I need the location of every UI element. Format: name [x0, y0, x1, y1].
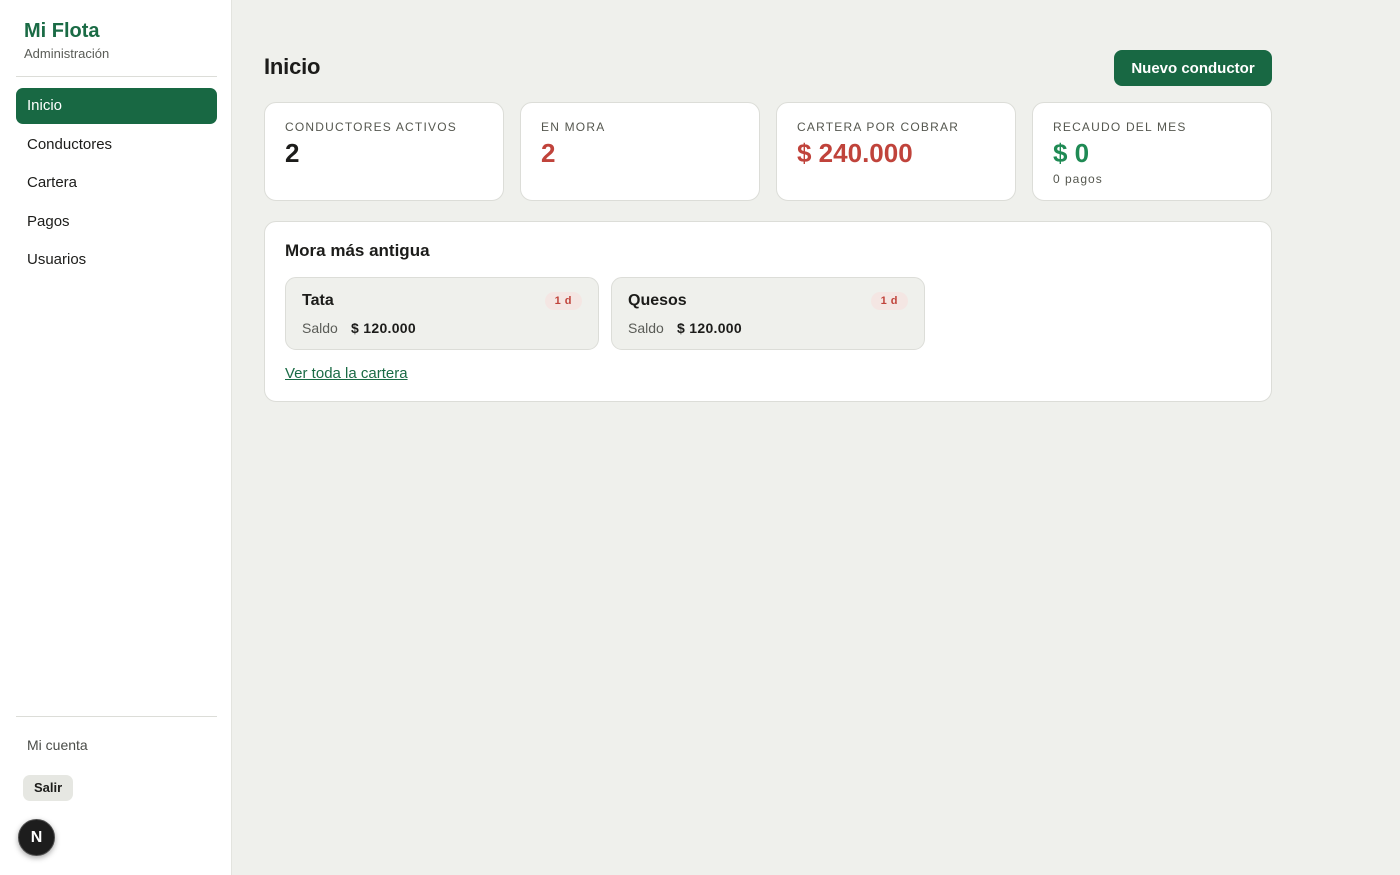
brand: Mi Flota Administración	[0, 0, 231, 61]
stat-subtext: 0 pagos	[1053, 172, 1103, 186]
days-overdue-badge: 1 d	[544, 292, 582, 310]
stat-value: 2	[541, 138, 556, 168]
balance-value: $ 120.000	[351, 320, 416, 336]
overdue-card[interactable]: Quesos 1 d Saldo $ 120.000	[611, 277, 925, 350]
driver-name: Tata	[302, 292, 334, 309]
stat-label: RECAUDO DEL MES	[1053, 120, 1187, 134]
balance-label: Saldo	[302, 320, 338, 336]
stat-label: EN MORA	[541, 120, 606, 134]
stat-value: 2	[285, 138, 300, 168]
dev-badge-icon[interactable]: N	[18, 819, 55, 856]
sidebar-item-pagos[interactable]: Pagos	[16, 204, 217, 240]
days-overdue-badge: 1 d	[870, 292, 908, 310]
brand-title: Mi Flota	[24, 20, 100, 42]
sidebar-divider-bottom	[16, 716, 217, 717]
sidebar-item-usuarios[interactable]: Usuarios	[16, 242, 217, 278]
panel-title: Mora más antigua	[285, 241, 430, 260]
stat-value: $ 240.000	[797, 138, 913, 168]
oldest-overdue-panel: Mora más antigua Tata 1 d Saldo $ 120.00…	[264, 221, 1272, 402]
stat-card-receivable: CARTERA POR COBRAR $ 240.000	[776, 102, 1016, 201]
new-driver-button[interactable]: Nuevo conductor	[1114, 50, 1272, 86]
balance-value: $ 120.000	[677, 320, 742, 336]
sidebar-item-inicio[interactable]: Inicio	[16, 88, 217, 124]
driver-name: Quesos	[628, 292, 687, 309]
sidebar-divider-top	[16, 76, 217, 77]
stat-label: CONDUCTORES ACTIVOS	[285, 120, 457, 134]
balance-label: Saldo	[628, 320, 664, 336]
my-account-link[interactable]: Mi cuenta	[27, 737, 88, 753]
stat-label: CARTERA POR COBRAR	[797, 120, 960, 134]
sidebar: Mi Flota Administración Inicio Conductor…	[0, 0, 232, 875]
stat-card-active-drivers: CONDUCTORES ACTIVOS 2	[264, 102, 504, 201]
sidebar-item-conductores[interactable]: Conductores	[16, 127, 217, 163]
logout-button[interactable]: Salir	[23, 775, 74, 801]
sidebar-item-cartera[interactable]: Cartera	[16, 165, 217, 201]
view-all-portfolio-link[interactable]: Ver toda la cartera	[285, 365, 408, 382]
stat-card-overdue: EN MORA 2	[520, 102, 760, 201]
stat-value: $ 0	[1053, 138, 1090, 168]
brand-subtitle: Administración	[24, 46, 110, 61]
page-title: Inicio	[264, 54, 321, 79]
sidebar-nav: Inicio Conductores Cartera Pagos Usuario…	[16, 88, 217, 281]
stat-card-monthly-collection: RECAUDO DEL MES $ 0 0 pagos	[1032, 102, 1272, 201]
stats-row: CONDUCTORES ACTIVOS 2 EN MORA 2 CARTERA …	[264, 102, 1272, 201]
overdue-card[interactable]: Tata 1 d Saldo $ 120.000	[285, 277, 599, 350]
